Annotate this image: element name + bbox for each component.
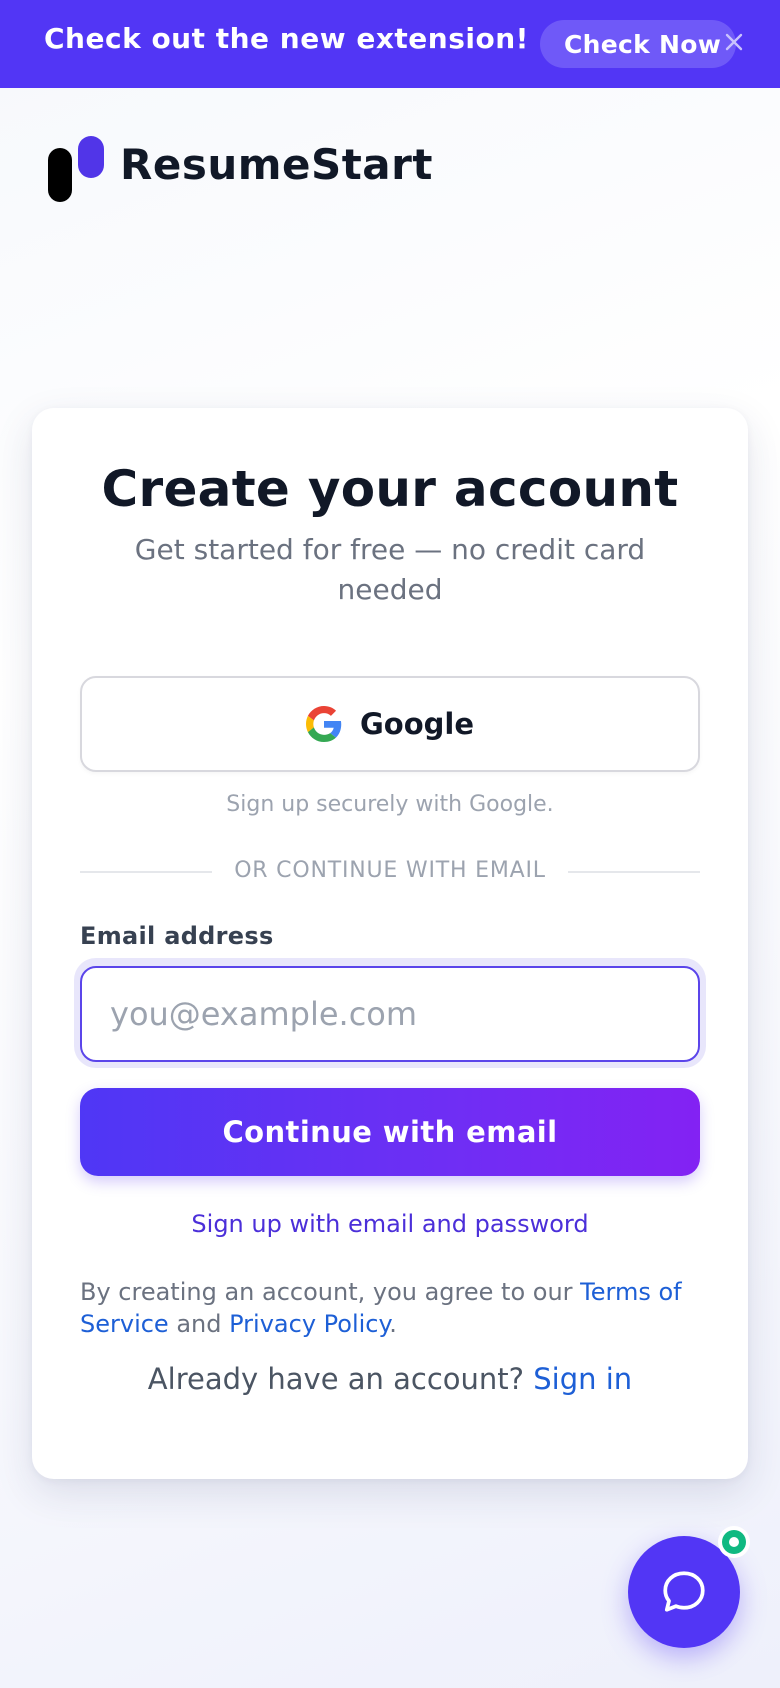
online-status-dot xyxy=(722,1530,746,1554)
terms-text: By creating an account, you agree to our… xyxy=(80,1276,710,1340)
divider-line-right xyxy=(568,871,700,873)
logo-mark-accent xyxy=(78,136,104,178)
page-title: Create your account xyxy=(101,460,679,518)
logo-mark-dark xyxy=(48,148,72,202)
chat-bubble-icon xyxy=(663,1571,705,1612)
terms-suffix: . xyxy=(389,1310,397,1338)
brand-logo[interactable] xyxy=(46,134,106,202)
online-status-indicator xyxy=(718,1526,750,1558)
brand-name[interactable]: ResumeStart xyxy=(120,140,433,189)
password-signup-link[interactable]: Sign up with email and password xyxy=(32,1210,748,1238)
google-hint: Sign up securely with Google. xyxy=(226,792,554,817)
signin-prompt: Already have an account? xyxy=(147,1362,534,1396)
check-now-button[interactable]: Check Now xyxy=(540,20,736,68)
divider: OR CONTINUE WITH EMAIL xyxy=(80,858,700,884)
terms-middle: and xyxy=(168,1310,230,1338)
email-label: Email address xyxy=(80,922,274,950)
close-icon[interactable] xyxy=(722,30,746,54)
online-status-center xyxy=(729,1537,739,1547)
page-subtitle: Get started for free — no credit card ne… xyxy=(134,533,646,606)
sign-in-link[interactable]: Sign in xyxy=(533,1362,632,1396)
privacy-policy-link[interactable]: Privacy Policy xyxy=(229,1310,389,1338)
google-signup-button[interactable]: Google xyxy=(80,676,700,772)
signin-row: Already have an account? Sign in xyxy=(32,1362,748,1396)
continue-with-email-button[interactable]: Continue with email xyxy=(80,1088,700,1176)
promo-banner: Check out the new extension! Check Now xyxy=(0,0,780,88)
banner-text: Check out the new extension! xyxy=(44,22,529,55)
google-button-label: Google xyxy=(359,707,475,741)
signup-card: Create your account Get started for free… xyxy=(32,408,748,1479)
email-field[interactable] xyxy=(80,966,700,1062)
terms-prefix: By creating an account, you agree to our xyxy=(80,1278,581,1306)
google-icon xyxy=(305,706,342,742)
